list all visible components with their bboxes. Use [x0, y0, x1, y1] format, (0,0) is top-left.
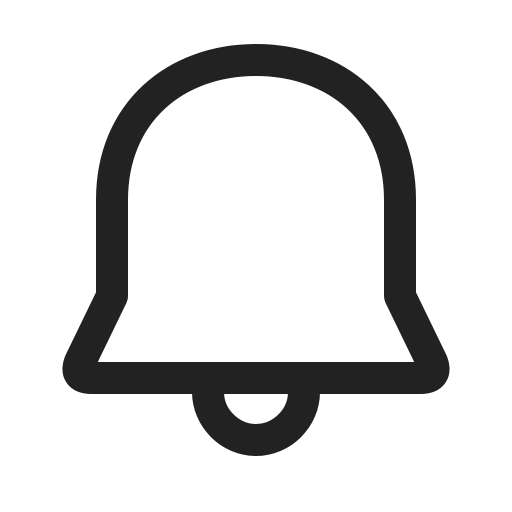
bell-body — [62, 44, 450, 394]
bell-icon — [62, 44, 450, 456]
icon-canvas — [0, 0, 512, 512]
